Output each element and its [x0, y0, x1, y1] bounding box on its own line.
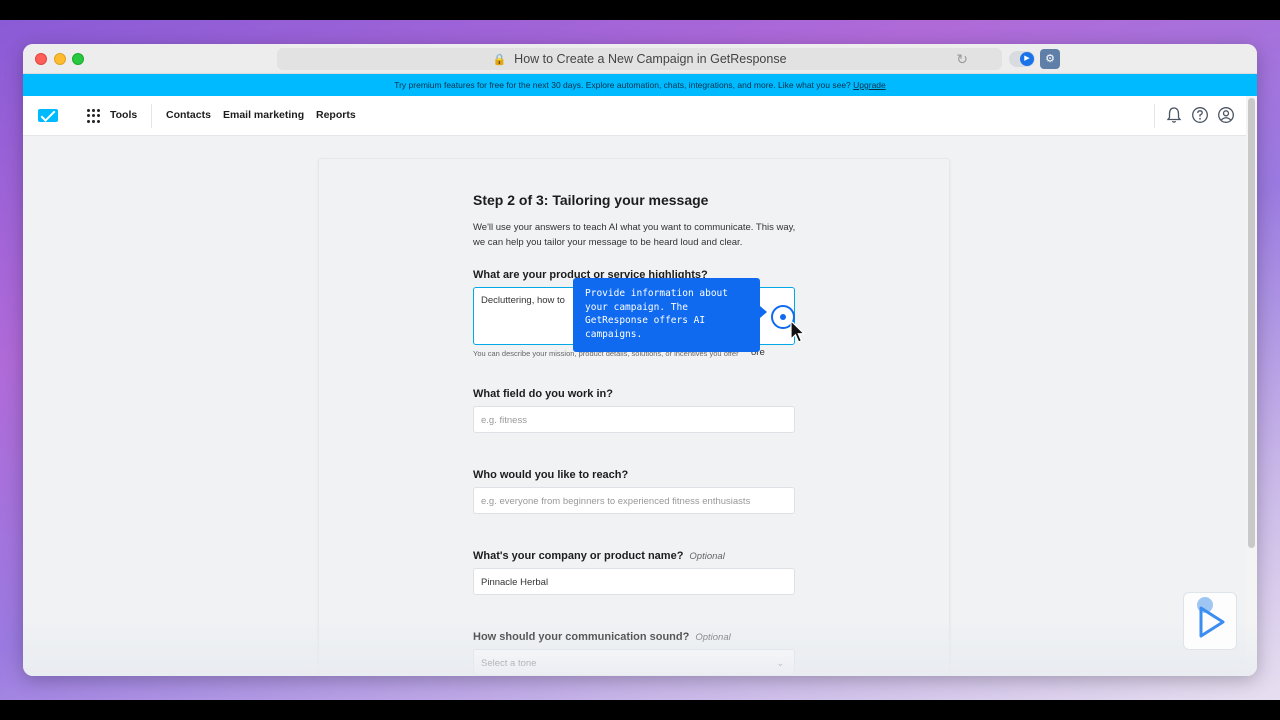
user-account-icon[interactable] [1217, 106, 1235, 124]
getresponse-logo[interactable] [38, 109, 58, 122]
maximize-window-button[interactable] [72, 53, 84, 65]
video-player-widget[interactable] [1183, 592, 1237, 650]
tone-select[interactable]: Select a tone ⌄ [473, 649, 795, 676]
field-label: What field do you work in? [473, 388, 613, 400]
nav-divider [1154, 104, 1155, 128]
address-bar[interactable]: 🔒 How to Create a New Campaign in GetResp… [277, 48, 1002, 70]
campaign-form: Step 2 of 3: Tailoring your message We'l… [473, 192, 798, 676]
nav-reports[interactable]: Reports [316, 109, 356, 121]
scrollbar-thumb[interactable] [1248, 98, 1255, 548]
mouse-cursor-icon [790, 320, 806, 343]
page-title: Step 2 of 3: Tailoring your message [473, 192, 709, 208]
reload-icon[interactable]: ↻ [956, 48, 968, 70]
company-label: What's your company or product name? Opti… [473, 550, 725, 562]
optional-tag: Optional [695, 632, 731, 643]
extension-icon[interactable]: ⚙ [1040, 49, 1060, 69]
play-icon: ▶ [1020, 52, 1034, 66]
promo-banner: Try premium features for free for the ne… [23, 74, 1257, 96]
bell-icon[interactable] [1165, 106, 1183, 124]
lock-icon: 🔒 [492, 54, 507, 66]
browser-window: 🔒 How to Create a New Campaign in GetResp… [23, 44, 1257, 676]
close-window-button[interactable] [35, 53, 47, 65]
tutorial-tooltip: Provide information about your campaign.… [573, 278, 767, 352]
intro-text: We'll use your answers to teach AI what … [473, 222, 796, 248]
address-bar-title: How to Create a New Campaign in GetRespo… [514, 52, 787, 66]
browser-titlebar: 🔒 How to Create a New Campaign in GetResp… [23, 44, 1257, 74]
play-icon [1199, 606, 1225, 638]
apps-grid-icon[interactable] [87, 109, 101, 123]
tone-select-value: Select a tone [481, 658, 537, 669]
page-scrollbar[interactable] [1246, 96, 1257, 676]
promo-text: Try premium features for free for the ne… [394, 80, 851, 90]
top-navigation: Tools Contacts Email marketing Reports [23, 96, 1246, 136]
nav-contacts[interactable]: Contacts [166, 109, 211, 121]
minimize-window-button[interactable] [54, 53, 66, 65]
help-icon[interactable] [1191, 106, 1209, 124]
upgrade-link[interactable]: Upgrade [853, 80, 886, 90]
tone-label: How should your communication sound? Opti… [473, 631, 731, 643]
nav-tools[interactable]: Tools [110, 109, 137, 121]
chevron-down-icon: ⌄ [776, 658, 784, 668]
recording-toggle[interactable]: ▶ [1009, 51, 1035, 67]
reach-label: Who would you like to reach? [473, 469, 629, 481]
nav-divider [151, 104, 152, 128]
optional-tag: Optional [689, 551, 725, 562]
highlights-value: Decluttering, how to [481, 295, 565, 306]
work-field-input[interactable]: e.g. fitness [473, 406, 795, 433]
nav-email-marketing[interactable]: Email marketing [223, 109, 304, 121]
company-name-input[interactable]: Pinnacle Herbal [473, 568, 795, 595]
audience-input[interactable]: e.g. everyone from beginners to experien… [473, 487, 795, 514]
